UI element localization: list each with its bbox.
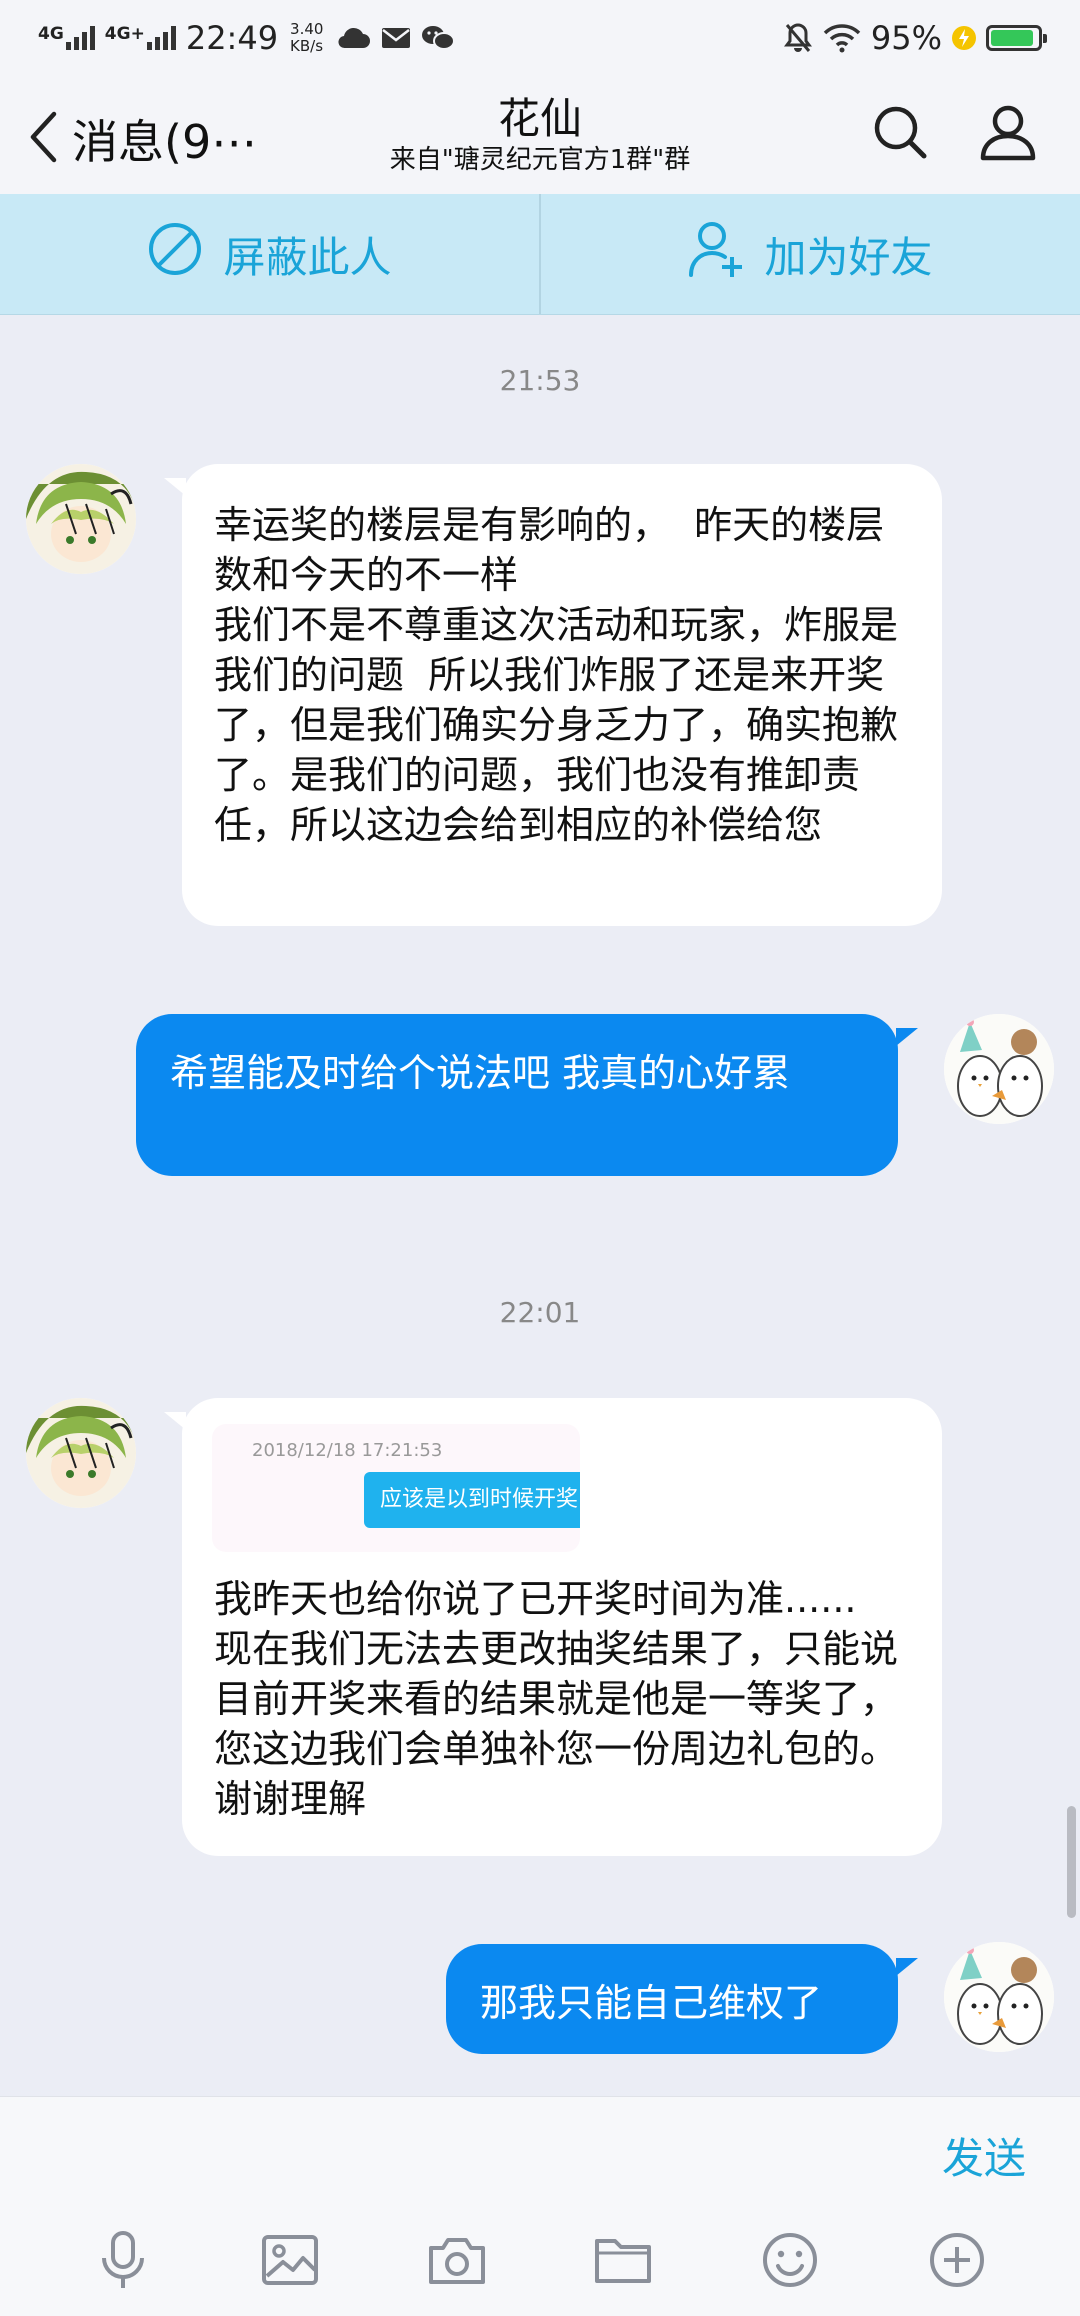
timestamp: 22:01: [499, 1296, 581, 1329]
more-button[interactable]: [919, 2224, 995, 2300]
battery-percent: 95%: [870, 19, 942, 57]
battery-icon: [986, 25, 1047, 51]
my-avatar[interactable]: [944, 1014, 1054, 1124]
quoted-screenshot[interactable]: 2018/12/18 17:21:53 应该是以到时候开奖: [212, 1424, 580, 1552]
add-friend-icon: [688, 219, 764, 289]
mail-icon: [381, 26, 411, 50]
contact-avatar[interactable]: [26, 464, 136, 574]
signal-2-icon: 4G+: [105, 26, 176, 50]
title-bar: 消息(9⋯ 花仙 来自"瑭灵纪元官方1群"群: [0, 76, 1080, 194]
page-title: 花仙: [497, 94, 582, 143]
block-user-label: 屏蔽此人: [223, 232, 392, 282]
outgoing-message[interactable]: 那我只能自己维权了: [446, 1944, 898, 2054]
search-button[interactable]: [872, 104, 928, 164]
my-avatar[interactable]: [944, 1942, 1054, 2052]
add-friend-label: 加为好友: [764, 232, 933, 282]
camera-icon: [427, 2234, 487, 2290]
emoji-icon: [761, 2231, 819, 2293]
profile-button[interactable]: [978, 102, 1038, 166]
timestamp: 21:53: [499, 364, 581, 397]
network-type-2: 4G+: [104, 24, 145, 44]
microphone-icon: [98, 2230, 148, 2294]
back-label: 消息(9⋯: [72, 115, 258, 169]
input-bar: 发送: [0, 2096, 1080, 2210]
back-button[interactable]: 消息(9⋯: [28, 106, 257, 172]
image-icon: [261, 2234, 319, 2290]
wechat-icon: [421, 24, 456, 52]
person-icon: [978, 105, 1038, 166]
mute-bell-icon: [783, 22, 813, 54]
input-toolbar: [0, 2208, 1080, 2316]
charging-icon: [950, 24, 978, 52]
plus-icon: [928, 2231, 986, 2293]
contact-avatar[interactable]: [26, 1398, 136, 1508]
network-type-1: 4G: [38, 24, 64, 44]
network-speed: 3.40 KB/s: [290, 20, 324, 55]
status-bar: 4G 4G+ 22:49 3.40 KB/s 95%: [0, 0, 1080, 76]
wifi-icon: [823, 23, 861, 53]
outgoing-message[interactable]: 希望能及时给个说法吧 我真的心好累: [136, 1014, 898, 1176]
camera-button[interactable]: [419, 2224, 495, 2300]
chat-title-block: 花仙 来自"瑭灵纪元官方1群"群: [290, 94, 790, 176]
incoming-message[interactable]: 幸运奖的楼层是有影响的， 昨天的楼层数和今天的不一样 我们不是不尊重这次活动和玩…: [182, 464, 942, 926]
quote-message: 应该是以到时候开奖: [364, 1472, 580, 1528]
search-icon: [872, 106, 928, 164]
chevron-left-icon: [28, 110, 58, 168]
clock: 22:49: [185, 19, 279, 57]
stranger-action-bar: 屏蔽此人 加为好友: [0, 194, 1080, 315]
file-button[interactable]: [585, 2224, 661, 2300]
folder-icon: [594, 2235, 652, 2289]
cloud-icon: [337, 26, 371, 50]
add-friend-button[interactable]: 加为好友: [539, 194, 1080, 314]
quote-timestamp: 2018/12/18 17:21:53: [252, 1440, 443, 1461]
bubble-tail: [896, 1028, 918, 1046]
photo-button[interactable]: [252, 2224, 328, 2300]
message-input[interactable]: [30, 2111, 890, 2195]
bubble-tail: [896, 1958, 918, 1976]
page-subtitle: 来自"瑭灵纪元官方1群"群: [389, 145, 691, 175]
send-button[interactable]: 发送: [942, 2125, 1026, 2186]
emoji-button[interactable]: [752, 2224, 828, 2300]
block-icon: [147, 221, 223, 287]
voice-button[interactable]: [85, 2224, 161, 2300]
signal-1-icon: 4G: [38, 26, 95, 50]
scrollbar-thumb[interactable]: [1067, 1806, 1076, 1918]
block-user-button[interactable]: 屏蔽此人: [0, 194, 539, 314]
